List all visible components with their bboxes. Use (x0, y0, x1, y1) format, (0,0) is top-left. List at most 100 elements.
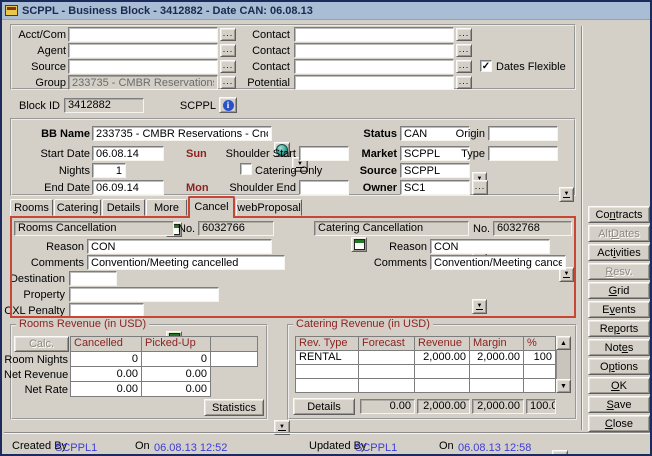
catering-reason-dropdown-button[interactable] (552, 450, 568, 456)
group-field[interactable] (68, 75, 218, 90)
acct-com-field[interactable] (68, 27, 218, 42)
tab-details[interactable]: Details (102, 199, 145, 216)
cat-empty-cell (414, 364, 470, 379)
business-block-window: SCPPL - Business Block - 3412882 - Date … (0, 0, 652, 456)
room-nights-extra (210, 351, 258, 367)
cat-row-margin: 2,000.00 (469, 350, 524, 365)
group-lookup-button[interactable]: ... (220, 76, 236, 89)
net-rate-pickedup: 0.00 (141, 381, 211, 397)
potential-label: Potential (242, 77, 290, 90)
activities-button[interactable]: Activities (588, 244, 650, 261)
ok-button[interactable]: OK (588, 377, 650, 394)
rooms-col-pickedup: Picked-Up (141, 336, 211, 352)
catering-revenue-title: Catering Revenue (in USD) (293, 318, 433, 330)
created-on-label: On (135, 440, 153, 453)
vertical-divider (581, 26, 583, 430)
room-nights-pickedup: 0 (141, 351, 211, 367)
cat-col-pct: % (523, 336, 556, 351)
contracts-button[interactable]: Contracts (588, 206, 650, 223)
source-lookup-button[interactable]: ... (220, 60, 236, 73)
notes-button[interactable]: Notes (588, 339, 650, 356)
shoulder-start-label: Shoulder Start (218, 148, 296, 161)
catering-only-checkbox[interactable] (240, 163, 252, 175)
scrollbar-track[interactable] (556, 350, 571, 379)
agent-field[interactable] (68, 43, 218, 58)
rooms-col-empty (210, 336, 258, 352)
start-date-field[interactable] (92, 146, 164, 161)
cat-col-revenue: Revenue (414, 336, 470, 351)
updated-by-value: SCPPL1 (355, 442, 405, 455)
scroll-up-icon[interactable]: ▲ (556, 336, 571, 350)
type-field[interactable] (488, 146, 558, 161)
save-button[interactable]: Save (588, 396, 650, 413)
start-day-text: Sun (186, 148, 216, 161)
nights-label: Nights (42, 165, 90, 178)
agent-label: Agent (14, 45, 66, 58)
dates-flexible-checkbox[interactable]: ✓ (480, 60, 492, 72)
cat-empty-cell (414, 378, 470, 393)
contact2-field[interactable] (294, 43, 454, 58)
owner-field[interactable] (400, 180, 470, 195)
room-nights-cancelled: 0 (70, 351, 142, 367)
events-button[interactable]: Events (588, 301, 650, 318)
contact3-lookup-button[interactable]: ... (456, 60, 472, 73)
total-revenue: 2,000.00 (417, 399, 470, 414)
owner-lookup-button[interactable]: ... (472, 180, 488, 195)
dates-flexible-label: Dates Flexible (496, 61, 576, 74)
potential-lookup-button[interactable]: ... (456, 76, 472, 89)
updated-on-label: On (439, 440, 457, 453)
options-button[interactable]: Options (588, 358, 650, 375)
cat-empty-cell (295, 364, 359, 379)
app-icon (5, 5, 18, 16)
agent-lookup-button[interactable]: ... (220, 44, 236, 57)
contact2-lookup-button[interactable]: ... (456, 44, 472, 57)
reports-button[interactable]: Reports (588, 320, 650, 337)
end-date-field[interactable] (92, 180, 164, 195)
property-code-label: SCPPL (152, 100, 216, 113)
tab-cancel[interactable]: Cancel (188, 196, 235, 218)
acct-com-lookup-button[interactable]: ... (220, 28, 236, 41)
cat-empty-cell (358, 378, 415, 393)
block-id-value: 3412882 (64, 98, 144, 113)
market-label: Market (342, 148, 397, 161)
alt-dates-button: Alt Dates (588, 225, 650, 242)
total-pct: 100.00 (526, 399, 556, 414)
grid-button[interactable]: Grid (588, 282, 650, 299)
net-revenue-cancelled: 0.00 (70, 366, 142, 382)
title-bar: SCPPL - Business Block - 3412882 - Date … (2, 2, 650, 20)
source-md-label: Source (342, 165, 397, 178)
source-field[interactable] (68, 59, 218, 74)
net-rate-label: Net Rate (4, 384, 68, 397)
scroll-down-icon[interactable]: ▼ (556, 379, 571, 393)
tab-catering[interactable]: Catering (54, 199, 101, 216)
shoulder-end-label: Shoulder End (218, 182, 296, 195)
details-button[interactable]: Details (293, 398, 355, 415)
origin-dropdown-button[interactable] (559, 187, 574, 202)
close-button[interactable]: Close (588, 415, 650, 432)
total-margin: 2,000.00 (472, 399, 524, 414)
acct-com-label: Acct/Com (14, 29, 66, 42)
bb-name-field[interactable] (92, 126, 272, 141)
net-revenue-label: Net Revenue (4, 369, 68, 382)
origin-field[interactable] (488, 126, 558, 141)
source-label: Source (14, 61, 66, 74)
tab-more[interactable]: More (146, 199, 187, 216)
cat-row-revtype: RENTAL (295, 350, 359, 365)
potential-field[interactable] (294, 75, 454, 90)
cat-empty-cell (469, 378, 524, 393)
nights-field[interactable] (92, 163, 126, 178)
tab-rooms[interactable]: Rooms (10, 199, 53, 216)
group-label: Group (14, 77, 66, 90)
block-id-label: Block ID (2, 100, 60, 113)
contact3-field[interactable] (294, 59, 454, 74)
cat-row-pct: 100 (523, 350, 556, 365)
contact1-lookup-button[interactable]: ... (456, 28, 472, 41)
contact1-field[interactable] (294, 27, 454, 42)
resv-button: Resv. (588, 263, 650, 280)
tab-webproposal[interactable]: webProposal (236, 199, 302, 216)
cancel-panel (10, 216, 576, 318)
info-icon[interactable] (219, 97, 237, 113)
source-md-field[interactable] (400, 163, 470, 178)
statistics-button[interactable]: Statistics (204, 399, 264, 416)
cat-empty-cell (295, 378, 359, 393)
